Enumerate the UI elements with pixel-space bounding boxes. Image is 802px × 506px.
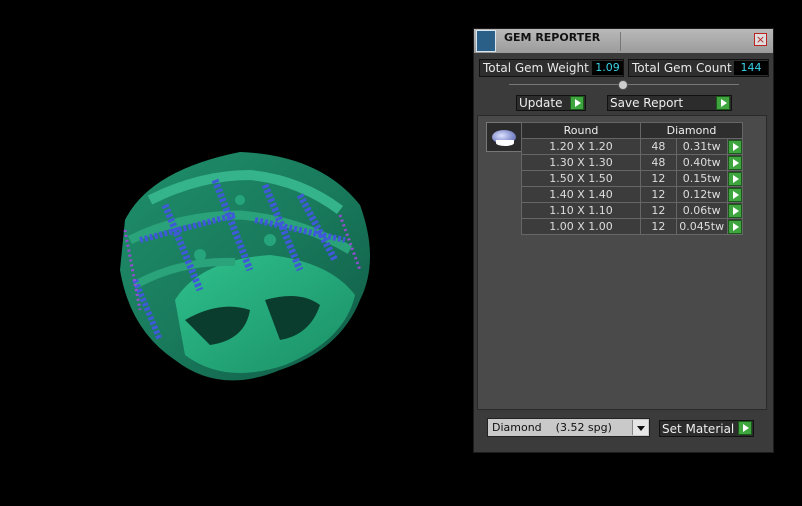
3d-viewport[interactable]: [0, 0, 470, 506]
table-row[interactable]: 1.10 X 1.10 12 0.06tw: [521, 202, 744, 219]
close-button[interactable]: ×: [754, 33, 767, 46]
total-gem-count-label: Total Gem Count: [632, 61, 732, 75]
total-gem-weight-value: 1.09: [592, 61, 623, 75]
row-select-button[interactable]: [726, 170, 744, 187]
play-icon: [727, 155, 742, 170]
gem-count-cell: 48: [640, 138, 677, 155]
table-row[interactable]: 1.30 X 1.30 48 0.40tw: [521, 154, 744, 171]
total-gem-count-value: 144: [734, 61, 768, 75]
row-select-button[interactable]: [726, 218, 744, 235]
gem-list: Round Diamond 1.20 X 1.20 48 0.31tw 1.30 X …: [477, 115, 767, 410]
play-icon: [727, 139, 742, 154]
set-material-button[interactable]: Set Material: [659, 420, 754, 437]
total-gem-weight: Total Gem Weight 1.09: [479, 59, 624, 77]
gem-count-cell: 12: [640, 202, 677, 219]
row-select-button[interactable]: [726, 202, 744, 219]
gem-count-cell: 48: [640, 154, 677, 171]
play-icon: [570, 96, 584, 110]
gem-size-cell: 1.10 X 1.10: [521, 202, 641, 219]
gem-size-cell: 1.40 X 1.40: [521, 186, 641, 203]
table-row[interactable]: 1.00 X 1.00 12 0.045tw: [521, 218, 744, 235]
row-select-button[interactable]: [726, 186, 744, 203]
save-report-button[interactable]: Save Report: [607, 95, 732, 111]
column-header-material: Diamond: [640, 122, 743, 139]
gem-weight-cell: 0.15tw: [675, 170, 728, 187]
play-icon: [727, 187, 742, 202]
table-row[interactable]: 1.40 X 1.40 12 0.12tw: [521, 186, 744, 203]
panel-titlebar[interactable]: GEM REPORTER ×: [474, 29, 773, 53]
title-separator: [620, 32, 621, 51]
gem-size-cell: 1.30 X 1.30: [521, 154, 641, 171]
table-row[interactable]: 1.20 X 1.20 48 0.31tw: [521, 138, 744, 155]
set-material-label: Set Material: [662, 422, 735, 436]
play-icon: [727, 219, 742, 234]
play-icon: [716, 96, 730, 110]
gem-size-cell: 1.00 X 1.00: [521, 218, 641, 235]
update-button[interactable]: Update: [516, 95, 586, 111]
round-gem-thumbnail[interactable]: [486, 122, 522, 152]
gem-count-cell: 12: [640, 186, 677, 203]
gem-table: Round Diamond 1.20 X 1.20 48 0.31tw 1.30 X …: [521, 122, 744, 235]
row-select-button[interactable]: [726, 138, 744, 155]
ring-model[interactable]: [120, 152, 370, 381]
material-select-value: Diamond (3.52 spg): [492, 421, 612, 434]
update-label: Update: [519, 96, 563, 110]
panel-title: GEM REPORTER: [504, 31, 601, 44]
row-select-button[interactable]: [726, 154, 744, 171]
total-gem-count: Total Gem Count 144: [628, 59, 769, 77]
gem-weight-cell: 0.12tw: [675, 186, 728, 203]
play-icon: [738, 421, 752, 435]
gem-weight-cell: 0.045tw: [675, 218, 728, 235]
total-gem-weight-label: Total Gem Weight: [483, 61, 589, 75]
collapse-knob[interactable]: [618, 80, 628, 90]
gem-size-cell: 1.20 X 1.20: [521, 138, 641, 155]
gem-weight-cell: 0.31tw: [675, 138, 728, 155]
gem-count-cell: 12: [640, 218, 677, 235]
gem-count-cell: 12: [640, 170, 677, 187]
gem-highlight: [496, 140, 514, 146]
material-select[interactable]: Diamond (3.52 spg): [487, 418, 650, 437]
gem-reporter-icon: [476, 30, 496, 52]
gem-weight-cell: 0.06tw: [675, 202, 728, 219]
play-icon: [727, 203, 742, 218]
save-report-label: Save Report: [610, 96, 684, 110]
gem-size-cell: 1.50 X 1.50: [521, 170, 641, 187]
chevron-down-icon[interactable]: [632, 420, 648, 435]
play-icon: [727, 171, 742, 186]
column-header-shape: Round: [521, 122, 641, 139]
table-row[interactable]: 1.50 X 1.50 12 0.15tw: [521, 170, 744, 187]
gem-reporter-panel: GEM REPORTER × Total Gem Weight 1.09 Tot…: [473, 28, 774, 453]
gem-weight-cell: 0.40tw: [675, 154, 728, 171]
